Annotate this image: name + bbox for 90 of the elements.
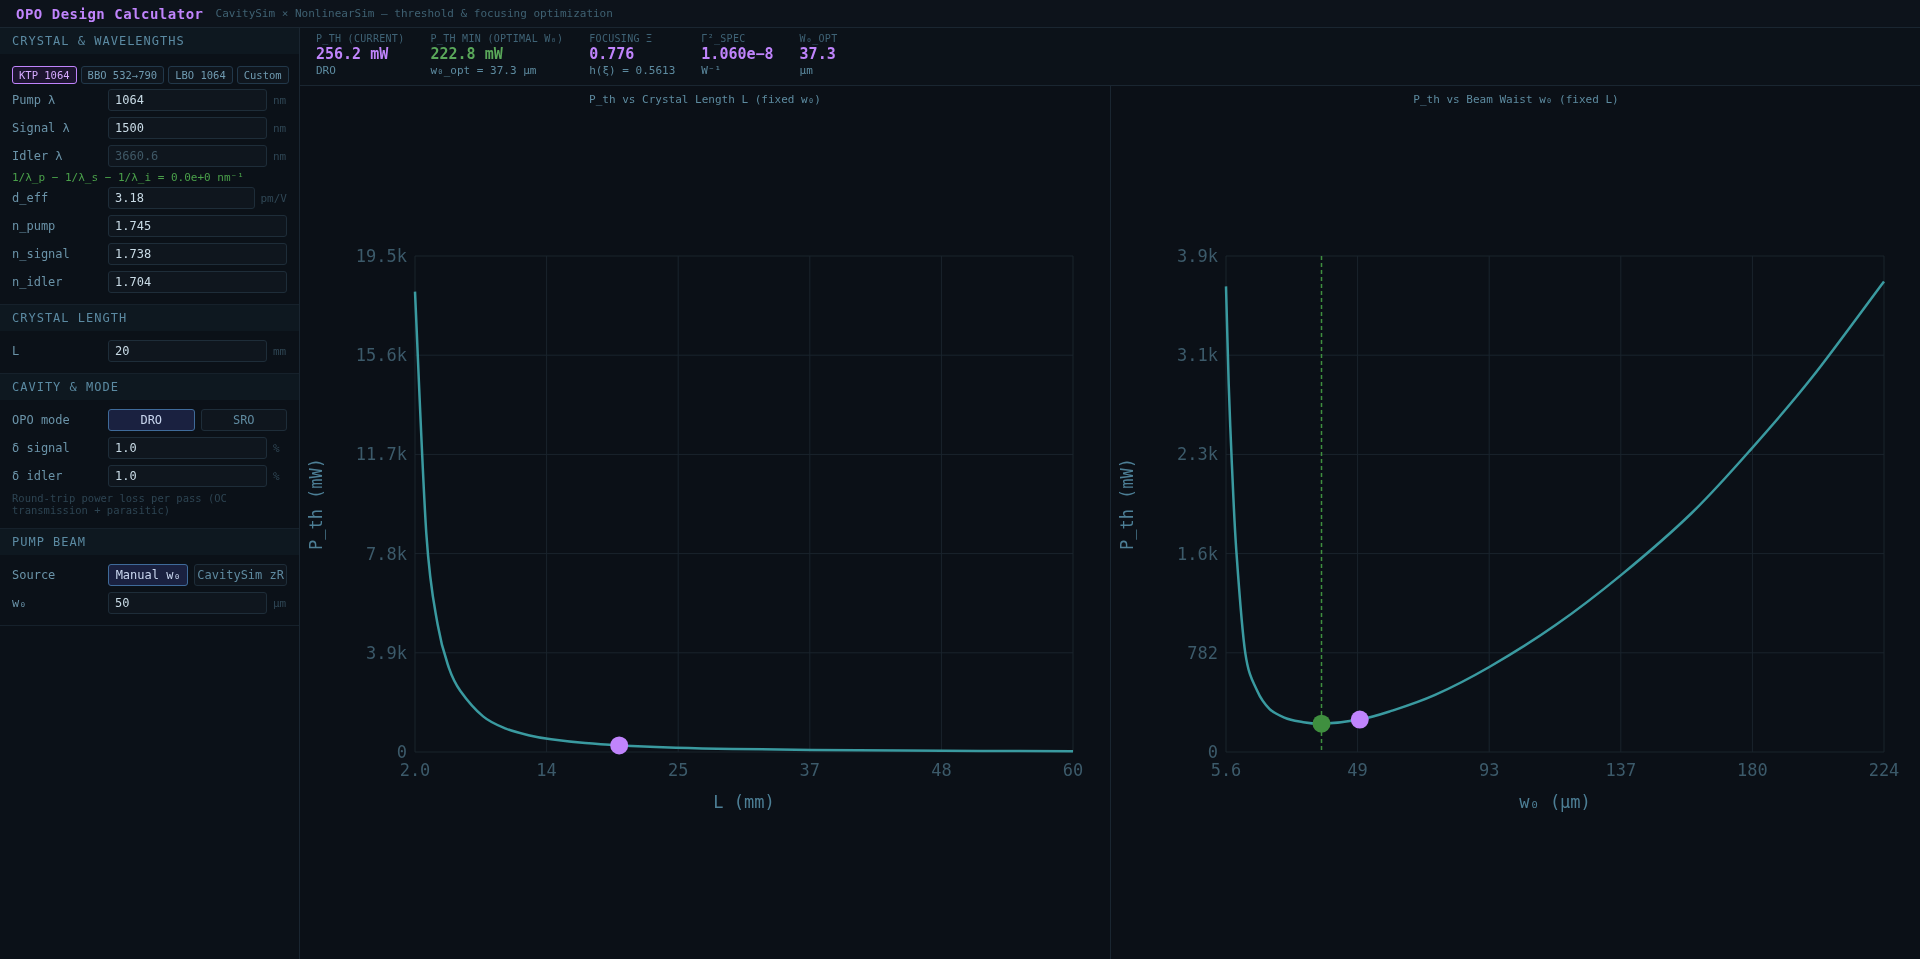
stat-label: P_TH (CURRENT): [316, 33, 405, 44]
unit-label: nm: [273, 121, 287, 135]
input-field[interactable]: 1.704: [108, 271, 287, 293]
stat-subtext: µm: [799, 64, 814, 77]
stat-label: FOCUSING Ξ: [589, 33, 654, 44]
tick-label: 180: [1737, 760, 1768, 780]
tick-label: 3.9k: [1177, 246, 1218, 266]
tick-label: 2.0: [399, 760, 431, 780]
stat-subtext: W⁻¹: [701, 64, 723, 77]
app-title: OPO Design Calculator: [16, 5, 204, 22]
unit-label: nm: [273, 149, 287, 163]
unit-label: %: [273, 469, 281, 483]
field-label: OPO mode: [12, 413, 71, 427]
preset-button[interactable]: LBO 1064: [168, 66, 233, 84]
chart-title: P_th vs Crystal Length L (fixed w₀): [589, 93, 821, 106]
section-header: CRYSTAL & WAVELENGTHS: [0, 28, 299, 54]
toggle-button[interactable]: CavitySim zR: [194, 564, 287, 586]
stat-value: 0.776: [589, 45, 636, 63]
tick-label: 11.7k: [355, 444, 407, 465]
field-label: w₀: [12, 596, 28, 610]
preset-button[interactable]: KTP 1064: [12, 66, 77, 84]
toggle-button[interactable]: SRO: [200, 409, 287, 431]
field-label: d_eff: [12, 191, 50, 205]
stat-value: 222.8 mW: [430, 45, 504, 63]
axis-label: P_th (mW): [306, 457, 326, 551]
tick-label: 19.5k: [355, 246, 407, 266]
field-label: Source: [12, 568, 57, 582]
field-label: Signal λ: [12, 121, 71, 135]
field-label: δ signal: [12, 441, 71, 455]
tick-label: 93: [1478, 760, 1500, 780]
input-field[interactable]: 3.18: [108, 187, 255, 209]
app-subtitle: CavitySim × NonlinearSim — threshold & focusing optimization: [215, 7, 613, 20]
input-field[interactable]: 1.738: [108, 243, 287, 265]
toggle-button[interactable]: DRO: [108, 409, 195, 431]
toggle-button[interactable]: Manual w₀: [108, 564, 189, 586]
unit-label: pm/V: [260, 191, 287, 205]
tick-label: 48: [931, 760, 952, 780]
input-field[interactable]: 1.0: [108, 437, 267, 459]
field-label: n_signal: [12, 247, 71, 261]
tick-label: 0: [396, 742, 407, 762]
field-label: n_idler: [12, 275, 64, 289]
tick-label: 137: [1605, 760, 1637, 780]
stat-subtext: h(ξ) = 0.5613: [589, 64, 676, 77]
input-field[interactable]: 1500: [108, 117, 267, 139]
tick-label: 15.6k: [355, 345, 407, 366]
unit-label: %: [273, 441, 281, 455]
tick-label: 1.6k: [1177, 543, 1218, 564]
tick-label: 0: [1207, 742, 1218, 762]
tick-label: 3.9k: [366, 642, 407, 663]
stat-subtext: w₀_opt = 37.3 µm: [430, 64, 538, 77]
input-field[interactable]: 1.0: [108, 465, 267, 487]
unit-label: nm: [273, 93, 287, 107]
section-header: PUMP BEAM: [0, 529, 299, 555]
section-header: CAVITY & MODE: [0, 374, 299, 400]
axis-label: P_th (mW): [1117, 457, 1137, 551]
tick-label: 49: [1347, 760, 1368, 780]
field-label: n_pump: [12, 219, 57, 233]
tick-label: 7.8k: [366, 543, 407, 564]
section-header: CRYSTAL LENGTH: [0, 305, 299, 331]
tick-label: 224: [1868, 760, 1900, 780]
chart-title: P_th vs Beam Waist w₀ (fixed L): [1413, 93, 1619, 106]
stat-label: W₀_OPT: [799, 33, 838, 44]
field-label: L: [12, 344, 21, 358]
field-label: Pump λ: [12, 93, 57, 107]
preset-button[interactable]: BBO 532→790: [80, 66, 165, 84]
input-field[interactable]: 50: [108, 592, 267, 614]
unit-label: µm: [273, 596, 287, 610]
input-field[interactable]: 1064: [108, 89, 267, 111]
field-label: δ idler: [12, 469, 64, 483]
stat-subtext: DRO: [316, 64, 337, 77]
tick-label: 37: [799, 760, 821, 780]
preset-button[interactable]: Custom: [236, 66, 289, 84]
tick-label: 5.6: [1210, 760, 1242, 780]
axis-label: L (mm): [713, 792, 775, 812]
input-field[interactable]: 1.745: [108, 215, 287, 237]
tick-label: 60: [1062, 760, 1084, 780]
tick-label: 782: [1187, 642, 1218, 663]
tick-label: 2.3k: [1177, 444, 1218, 465]
stat-value: 1.060e−8: [701, 45, 774, 63]
tick-label: 14: [536, 760, 557, 780]
axis-label: w₀ (µm): [1519, 792, 1591, 812]
tick-label: 3.1k: [1177, 345, 1218, 366]
tick-label: 25: [667, 760, 689, 780]
check-equation: 1/λ_p − 1/λ_s − 1/λ_i = 0.0e+0 nm⁻¹: [11, 170, 245, 184]
stat-label: Γ²_SPEC: [701, 33, 747, 44]
stat-value: 256.2 mW: [316, 45, 390, 63]
stat-label: P_TH MIN (OPTIMAL W₀): [430, 33, 564, 44]
field-label: Idler λ: [12, 149, 64, 163]
input-field[interactable]: 20: [108, 340, 267, 362]
stat-value: 37.3: [799, 45, 837, 63]
